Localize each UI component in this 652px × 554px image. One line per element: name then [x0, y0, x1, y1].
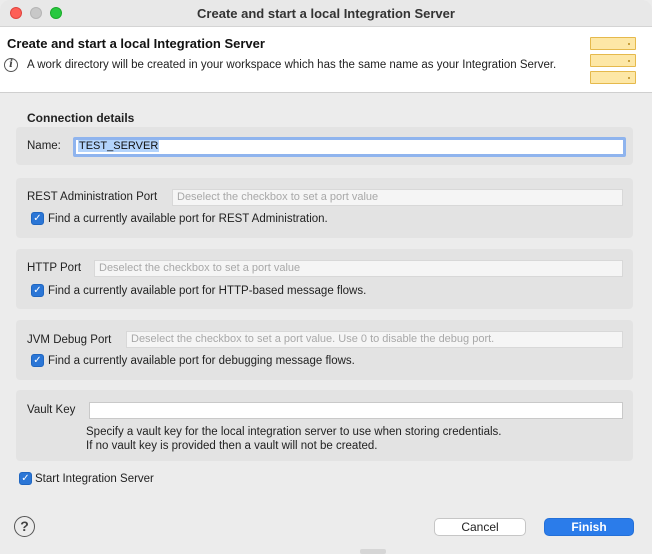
server-stack-icon — [590, 37, 638, 85]
name-value: TEST_SERVER — [78, 140, 160, 152]
window-title: Create and start a local Integration Ser… — [197, 6, 455, 21]
help-icon[interactable]: ? — [14, 516, 35, 537]
http-port-checkbox[interactable]: ✓ — [31, 284, 44, 297]
name-group: Name: TEST_SERVER — [16, 127, 633, 165]
vault-key-hint-line2: If no vault key is provided then a vault… — [86, 440, 378, 452]
http-port-label: HTTP Port — [27, 262, 82, 274]
start-server-checkbox[interactable]: ✓ — [19, 472, 32, 485]
jvm-debug-port-checkbox[interactable]: ✓ — [31, 354, 44, 367]
jvm-debug-port-checkbox-label: Find a currently available port for debu… — [48, 355, 355, 367]
rest-port-label: REST Administration Port — [27, 191, 158, 203]
dialog-content: Connection details Name: TEST_SERVER RES… — [0, 94, 652, 500]
resize-handle[interactable] — [360, 549, 386, 554]
start-server-label: Start Integration Server — [35, 473, 154, 485]
rest-port-checkbox-label: Find a currently available port for REST… — [48, 213, 328, 225]
info-icon: i — [4, 58, 18, 72]
jvm-debug-port-label: JVM Debug Port — [27, 334, 112, 346]
connection-details-heading: Connection details — [27, 111, 135, 125]
jvm-debug-port-group: JVM Debug Port Deselect the checkbox to … — [16, 320, 633, 380]
vault-key-group: Vault Key Specify a vault key for the lo… — [16, 390, 633, 461]
vault-key-label: Vault Key — [27, 404, 76, 416]
server-slab — [590, 54, 636, 67]
server-slab — [590, 71, 636, 84]
rest-port-input[interactable]: Deselect the checkbox to set a port valu… — [172, 189, 623, 206]
http-port-checkbox-label: Find a currently available port for HTTP… — [48, 285, 367, 297]
header-title: Create and start a local Integration Ser… — [7, 36, 265, 51]
title-bar: Create and start a local Integration Ser… — [0, 0, 652, 27]
header-description: A work directory will be created in your… — [27, 59, 557, 71]
server-slab — [590, 37, 636, 50]
rest-port-checkbox[interactable]: ✓ — [31, 212, 44, 225]
http-port-input[interactable]: Deselect the checkbox to set a port valu… — [94, 260, 623, 277]
dialog-window: Create and start a local Integration Ser… — [0, 0, 652, 554]
finish-button[interactable]: Finish — [544, 518, 634, 536]
name-label: Name: — [27, 140, 61, 152]
vault-key-input[interactable] — [89, 402, 623, 419]
vault-key-hint-line1: Specify a vault key for the local integr… — [86, 426, 502, 438]
dialog-header: Create and start a local Integration Ser… — [0, 27, 652, 93]
name-field[interactable]: TEST_SERVER — [73, 137, 626, 157]
rest-port-group: REST Administration Port Deselect the ch… — [16, 178, 633, 238]
cancel-button[interactable]: Cancel — [434, 518, 526, 536]
http-port-group: HTTP Port Deselect the checkbox to set a… — [16, 249, 633, 309]
jvm-debug-port-input[interactable]: Deselect the checkbox to set a port valu… — [126, 331, 623, 348]
